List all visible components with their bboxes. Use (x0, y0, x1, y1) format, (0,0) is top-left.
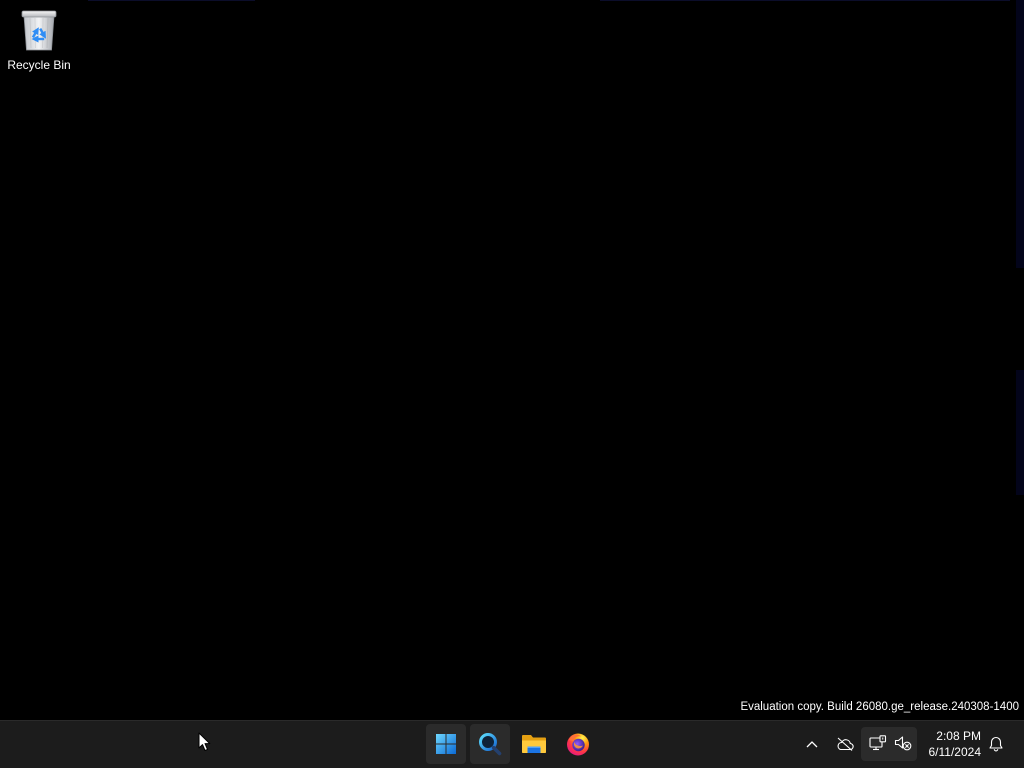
firefox-icon (567, 733, 589, 756)
file-explorer-button[interactable] (514, 724, 554, 764)
onedrive-button[interactable] (833, 728, 857, 760)
screen-edge-artifact (1016, 370, 1024, 495)
windows-start-icon (436, 734, 456, 754)
desktop-icon-recycle-bin[interactable]: Recycle Bin (4, 8, 74, 76)
screen-edge-artifact (600, 0, 1010, 1)
desktop: Recycle Bin Evaluation copy. Build 26080… (0, 0, 1024, 768)
show-hidden-icons-button[interactable] (800, 728, 824, 760)
clock-button[interactable]: 2:08 PM 6/11/2024 (929, 728, 982, 760)
clock-time: 2:08 PM (936, 729, 981, 743)
screen-edge-artifact (1016, 0, 1024, 268)
taskbar: 2:08 PM 6/11/2024 (0, 720, 1024, 768)
bell-icon (989, 736, 1003, 752)
volume-muted-icon (894, 736, 912, 751)
network-disconnected-icon (869, 735, 887, 751)
screen-edge-artifact (88, 0, 255, 1)
search-icon (479, 733, 502, 756)
quick-settings-button[interactable] (861, 727, 917, 761)
clock-date: 6/11/2024 (928, 745, 982, 759)
notifications-button[interactable] (984, 728, 1008, 760)
file-explorer-icon (522, 735, 546, 753)
firefox-button[interactable] (558, 724, 598, 764)
mouse-cursor (198, 732, 211, 751)
evaluation-watermark: Evaluation copy. Build 26080.ge_release.… (740, 701, 1019, 713)
search-button[interactable] (470, 724, 510, 764)
recycle-bin-icon (21, 10, 57, 51)
onedrive-offline-icon (837, 737, 854, 751)
start-button[interactable] (426, 724, 466, 764)
desktop-icon-label: Recycle Bin (7, 58, 71, 72)
chevron-up-icon (806, 741, 818, 748)
